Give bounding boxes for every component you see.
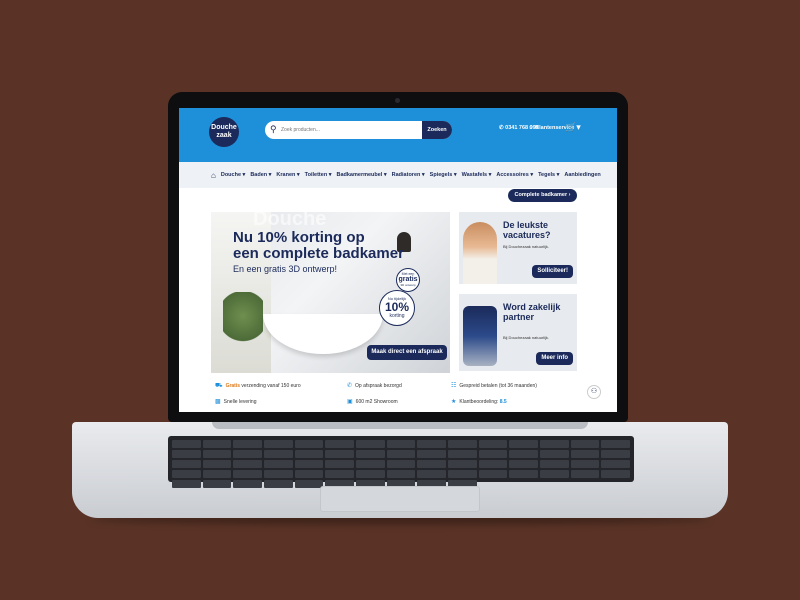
phone-icon: ✆ (499, 125, 504, 131)
nav-item-tegels[interactable]: Tegels ▾ (538, 172, 559, 178)
hero-subtitle: En een gratis 3D ontwerp! (233, 264, 338, 274)
showroom-icon: ▣ (347, 399, 353, 405)
search-bar: ⚲ Zoeken (265, 121, 452, 139)
cart-icon[interactable]: 🛒▾ (565, 122, 581, 133)
complete-badkamer-button[interactable]: Complete badkamer › (508, 189, 577, 202)
laptop-lid: Douche zaak ⚲ Zoeken ✆ 0341 768 999 ☺ Kl… (168, 92, 628, 422)
hero-plant (223, 292, 263, 352)
delivery-icon: ▩ (215, 399, 221, 405)
vacancy-title: De leukste vacatures? (503, 220, 551, 240)
chat-icon[interactable]: ⚇ (587, 385, 601, 399)
phone-icon: ✆ (347, 383, 353, 389)
keyboard (168, 436, 634, 488)
hero-bathtub (263, 314, 383, 354)
apply-button[interactable]: Solliciteer! (532, 265, 573, 278)
hero-title: Nu 10% korting op een complete badkamer (233, 229, 404, 262)
laptop-base (72, 422, 728, 518)
home-icon[interactable]: ⌂ (211, 171, 216, 180)
nav-item-kranen[interactable]: Kranen ▾ (276, 172, 299, 178)
webcam (395, 98, 400, 103)
discount-badge: Nu tijdelijk 10% korting (379, 290, 415, 326)
vacancy-card[interactable]: De leukste vacatures? Bij Douchezaak nat… (459, 212, 577, 284)
main-nav: ⌂ Douche ▾ Baden ▾ Kranen ▾ Toiletten ▾ … (179, 162, 617, 188)
usp-delivery: ▩ Snelle levering (215, 399, 257, 405)
hero-banner[interactable]: Douche Nu 10% korting op een complete ba… (211, 212, 450, 373)
usp-shipping: ⛟ Gratis verzending vanaf 150 euro (215, 383, 301, 389)
search-icon: ⚲ (270, 124, 277, 134)
appointment-button[interactable]: Maak direct een afspraak (367, 345, 447, 360)
headset-icon: ☺ (528, 125, 534, 131)
search-input[interactable] (281, 125, 421, 135)
truck-icon: ⛟ (215, 383, 223, 389)
nav-item-spiegels[interactable]: Spiegels ▾ (430, 172, 457, 178)
star-icon: ★ (451, 399, 457, 405)
site-logo[interactable]: Douche zaak (209, 117, 239, 147)
laptop-screen: Douche zaak ⚲ Zoeken ✆ 0341 768 999 ☺ Kl… (179, 108, 617, 412)
usp-rating: ★ Klantbeoordeling: 8.5 (451, 399, 507, 405)
nav-item-baden[interactable]: Baden ▾ (250, 172, 271, 178)
nav-item-toiletten[interactable]: Toiletten ▾ (305, 172, 332, 178)
vacancy-photo (463, 222, 497, 284)
gratis-badge: Met een gratis 3D ontwerp (396, 268, 420, 292)
trackpad (320, 486, 480, 512)
usp-showroom: ▣ 600 m2 Showroom (347, 399, 398, 405)
nav-item-badkamermeubel[interactable]: Badkamermeubel ▾ (336, 172, 386, 178)
nav-item-aanbiedingen[interactable]: Aanbiedingen (564, 172, 600, 178)
laptop-hinge (212, 422, 588, 429)
nav-item-wastafels[interactable]: Wastafels ▾ (462, 172, 492, 178)
site-header: Douche zaak ⚲ Zoeken ✆ 0341 768 999 ☺ Kl… (179, 108, 617, 162)
partner-photo (463, 306, 497, 366)
search-button[interactable]: Zoeken (422, 121, 452, 139)
more-info-button[interactable]: Meer info (536, 352, 573, 365)
partner-card[interactable]: Word zakelijk partner Bij Douchezaak nat… (459, 294, 577, 371)
nav-item-douche[interactable]: Douche ▾ (221, 172, 245, 178)
partner-subtitle: Bij Douchezaak natuurlijk. (503, 335, 550, 340)
vacancy-subtitle: Bij Douchezaak natuurlijk. (503, 244, 550, 249)
nav-item-accessoires[interactable]: Accessoires ▾ (496, 172, 533, 178)
nav-item-radiatoren[interactable]: Radiatoren ▾ (392, 172, 425, 178)
cart-icon: ☷ (451, 383, 457, 389)
usp-payment: ☷ Gespreid betalen (tot 36 maanden) (451, 383, 537, 389)
partner-title: Word zakelijk partner (503, 302, 561, 322)
usp-appointment: ✆ Op afspraak bezorgd (347, 383, 402, 389)
